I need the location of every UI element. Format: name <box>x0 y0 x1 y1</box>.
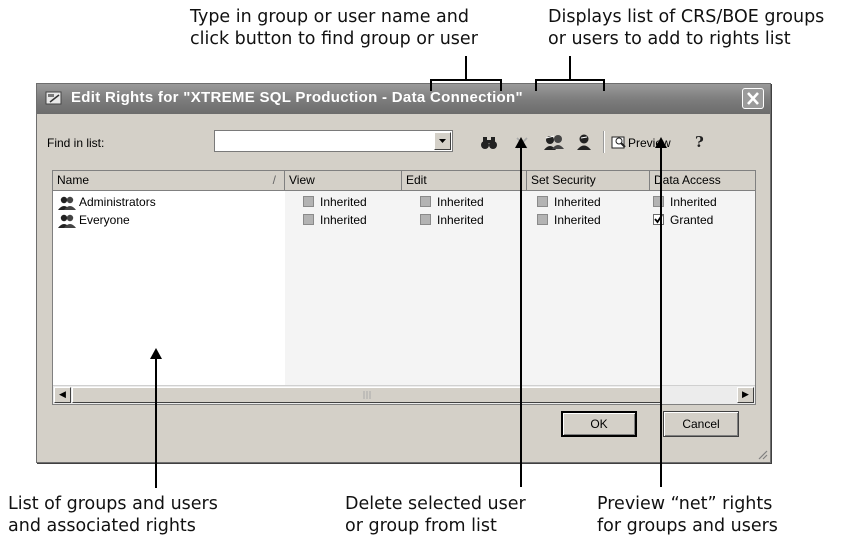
column-security-label: Set Security <box>531 173 596 187</box>
toolbar-separator <box>603 131 605 153</box>
list-item[interactable]: Everyone <box>57 211 130 229</box>
access-cell[interactable]: Inherited <box>653 193 717 211</box>
dropdown-arrow-icon <box>439 139 446 143</box>
column-header-set-security[interactable]: Set Security <box>527 171 650 191</box>
group-icon <box>58 214 76 228</box>
scroll-right-icon: ▶ <box>742 390 749 400</box>
find-input[interactable] <box>217 132 427 149</box>
preview-leader-line <box>660 147 662 487</box>
delete-leader-line <box>520 147 522 487</box>
cancel-button[interactable]: Cancel <box>663 411 739 437</box>
column-access-label: Data Access <box>654 173 721 187</box>
find-label: Find in list: <box>47 136 105 150</box>
help-button[interactable]: ? <box>691 131 711 153</box>
preview-button[interactable]: Preview <box>610 131 686 153</box>
find-combo[interactable] <box>214 130 453 152</box>
security-checkbox[interactable] <box>537 214 548 225</box>
scroll-left-button[interactable]: ◀ <box>54 387 71 403</box>
security-cell[interactable]: Inherited <box>537 193 601 211</box>
column-header-edit[interactable]: Edit <box>402 171 527 191</box>
preview-arrowhead <box>655 137 667 148</box>
edit-cell[interactable]: Inherited <box>420 193 484 211</box>
scroll-right-button[interactable]: ▶ <box>737 387 754 403</box>
list-arrowhead <box>150 348 162 359</box>
add-user-button[interactable] <box>573 131 595 153</box>
edit-checkbox[interactable] <box>420 214 431 225</box>
browse-leader-line <box>569 56 571 80</box>
checkmark-icon <box>654 214 663 224</box>
find-dropdown-button[interactable] <box>434 132 451 150</box>
access-checkbox[interactable] <box>653 196 664 207</box>
add-group-icon <box>544 135 564 150</box>
find-leader-line <box>465 56 467 80</box>
access-cell[interactable]: Granted <box>653 211 713 229</box>
close-icon <box>747 92 759 105</box>
browse-bracket-left <box>535 79 537 91</box>
security-checkbox[interactable] <box>537 196 548 207</box>
rights-list[interactable]: Name / View Edit Set Security Data Acces… <box>52 170 756 405</box>
title-bar[interactable]: Edit Rights for "XTREME SQL Production -… <box>37 84 770 114</box>
callout-preview: Preview “net” rights for groups and user… <box>597 493 778 537</box>
row-name-text: Administrators <box>79 195 156 209</box>
close-button[interactable] <box>742 88 764 109</box>
sort-indicator: / <box>272 173 276 187</box>
column-header-name[interactable]: Name / <box>53 171 285 191</box>
edit-cell[interactable]: Inherited <box>420 211 484 229</box>
list-item[interactable]: Administrators <box>57 193 156 211</box>
callout-delete-text: Delete selected user or group from list <box>345 494 526 536</box>
callout-list-text: List of groups and users and associated … <box>8 494 218 536</box>
edit-value: Inherited <box>437 213 484 227</box>
column-view-label: View <box>289 173 315 187</box>
column-edit-label: Edit <box>406 173 427 187</box>
row-name-text: Everyone <box>79 213 130 227</box>
list-leader-line <box>155 358 157 488</box>
binoculars-icon <box>481 137 497 149</box>
column-header-view[interactable]: View <box>285 171 402 191</box>
dialog-app-icon <box>45 91 62 105</box>
add-group-button[interactable] <box>541 131 567 153</box>
ok-button[interactable]: OK <box>561 411 637 437</box>
column-header-data-access[interactable]: Data Access <box>650 171 755 191</box>
access-value: Granted <box>670 213 714 227</box>
view-cell[interactable]: Inherited <box>303 211 367 229</box>
horizontal-scrollbar[interactable]: ◀ ▶ <box>53 385 755 404</box>
find-bracket-left <box>430 79 432 91</box>
view-cell[interactable]: Inherited <box>303 193 367 211</box>
edit-checkbox[interactable] <box>420 196 431 207</box>
delete-arrowhead <box>515 137 527 148</box>
view-value: Inherited <box>320 195 367 209</box>
access-checkbox-checked[interactable] <box>653 214 664 225</box>
scroll-thumb[interactable] <box>72 387 662 403</box>
view-checkbox[interactable] <box>303 214 314 225</box>
view-checkbox[interactable] <box>303 196 314 207</box>
dialog-title: Edit Rights for "XTREME SQL Production -… <box>71 89 523 106</box>
find-button[interactable] <box>478 131 500 153</box>
callout-browse: Displays list of CRS/BOE groups or users… <box>548 6 824 50</box>
callout-find: Type in group or user name and click but… <box>190 6 478 50</box>
name-pane: Administrators Everyone <box>53 191 286 386</box>
callout-preview-text: Preview “net” rights for groups and user… <box>597 494 778 536</box>
group-icon <box>58 196 76 210</box>
browse-bracket-right <box>603 79 605 91</box>
security-value: Inherited <box>554 195 601 209</box>
access-value: Inherited <box>670 195 717 209</box>
help-icon: ? <box>695 133 704 151</box>
svg-text:?: ? <box>695 133 704 151</box>
list-header: Name / View Edit Set Security Data Acces… <box>53 171 755 191</box>
add-user-icon <box>577 134 591 150</box>
callout-list: List of groups and users and associated … <box>8 493 218 537</box>
edit-value: Inherited <box>437 195 484 209</box>
callout-find-text: Type in group or user name and click but… <box>190 7 478 49</box>
column-name-label: Name <box>57 173 90 187</box>
resize-grip-icon[interactable] <box>756 448 768 460</box>
view-value: Inherited <box>320 213 367 227</box>
callout-delete: Delete selected user or group from list <box>345 493 526 537</box>
callout-browse-text: Displays list of CRS/BOE groups or users… <box>548 7 825 49</box>
scroll-left-icon: ◀ <box>59 390 66 400</box>
preview-icon <box>611 136 626 149</box>
security-cell[interactable]: Inherited <box>537 211 601 229</box>
find-bracket-right <box>500 79 502 91</box>
security-value: Inherited <box>554 213 601 227</box>
grip-lines <box>363 391 371 399</box>
